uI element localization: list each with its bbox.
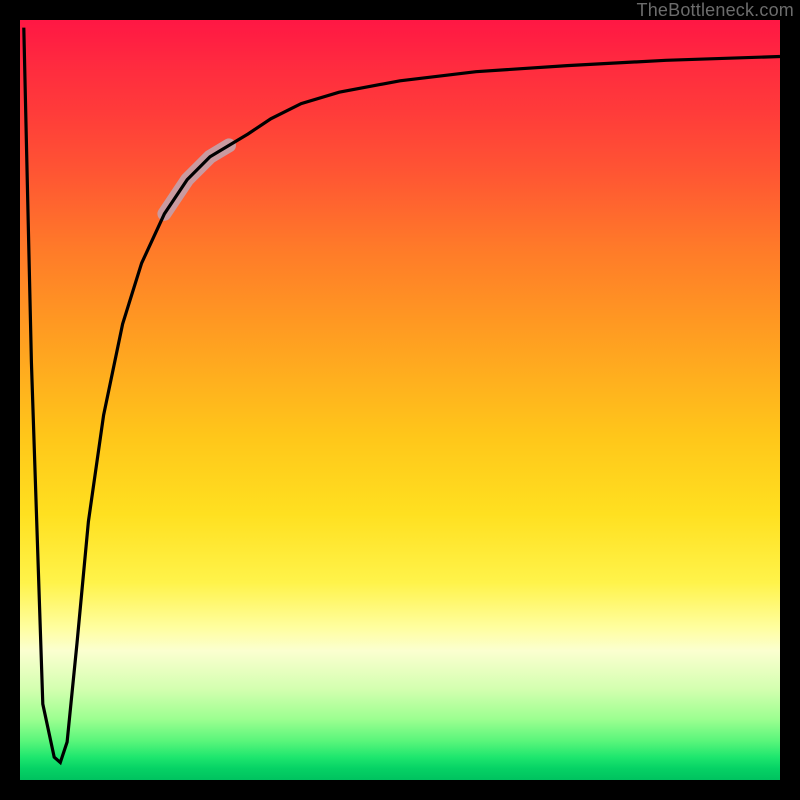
plot-area: [20, 20, 780, 780]
chart-frame: TheBottleneck.com: [0, 0, 800, 800]
attribution-text: TheBottleneck.com: [637, 0, 794, 21]
highlight-segment: [164, 145, 229, 213]
curve-svg: [20, 20, 780, 780]
bottleneck-curve: [24, 28, 780, 763]
